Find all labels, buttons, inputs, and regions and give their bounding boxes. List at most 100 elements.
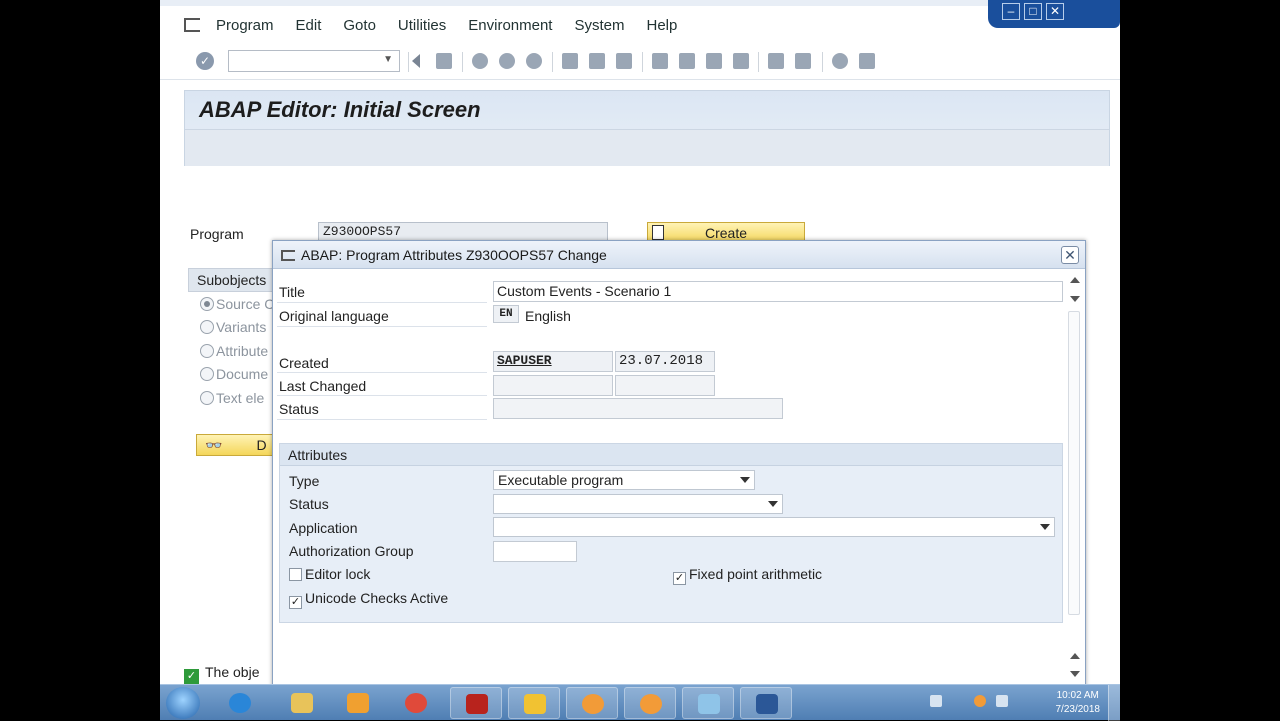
last-changed-label: Last Changed — [279, 378, 367, 394]
back-icon[interactable] — [472, 53, 488, 69]
created-label: Created — [279, 355, 329, 371]
scroll-up-icon[interactable] — [1070, 653, 1080, 659]
scroll-down-icon[interactable] — [1070, 296, 1080, 302]
volume-icon[interactable] — [996, 695, 1008, 707]
menu-utilities[interactable]: Utilities — [398, 17, 446, 34]
enter-check-icon[interactable]: ✓ — [196, 52, 214, 70]
chevron-down-icon[interactable] — [1040, 524, 1050, 530]
find-next-icon[interactable] — [616, 53, 632, 69]
shortcut-icon[interactable] — [795, 53, 811, 69]
dialog-title: ABAP: Program Attributes Z930OOPS57 Chan… — [301, 247, 607, 263]
command-field[interactable]: ▼ — [228, 50, 400, 72]
clock-date: 7/23/2018 — [1055, 704, 1101, 715]
media-player-icon — [347, 693, 369, 713]
taskbar-word[interactable] — [740, 687, 792, 719]
menu-goto[interactable]: Goto — [343, 17, 376, 34]
last-changed-on-field — [615, 375, 715, 396]
find-icon[interactable] — [589, 53, 605, 69]
editor-lock-checkbox[interactable]: Editor lock — [289, 566, 370, 582]
next-page-icon[interactable] — [706, 53, 722, 69]
show-desktop-button[interactable] — [1108, 685, 1120, 721]
menu-edit[interactable]: Edit — [296, 17, 322, 34]
authorization-group-label: Authorization Group — [289, 543, 414, 559]
checkbox-box — [289, 568, 302, 581]
help-icon[interactable] — [832, 53, 848, 69]
taskbar-sap-logon[interactable] — [508, 687, 560, 719]
row-divider — [277, 419, 487, 420]
editor-lock-label: Editor lock — [305, 566, 371, 582]
screen-title-band: ABAP Editor: Initial Screen — [184, 90, 1110, 166]
application-toolbar — [185, 129, 1109, 166]
authorization-group-input[interactable] — [493, 541, 577, 562]
menu-environment[interactable]: Environment — [468, 17, 552, 34]
scroll-up-icon[interactable] — [1070, 277, 1080, 283]
taskbar-sap-gui-2[interactable] — [624, 687, 676, 719]
language-code: EN — [493, 305, 519, 323]
previous-page-icon[interactable] — [679, 53, 695, 69]
taskbar-acrobat[interactable] — [450, 687, 502, 719]
taskbar-chrome[interactable] — [390, 687, 442, 719]
dialog-close-button[interactable]: ✕ — [1061, 246, 1079, 264]
start-button[interactable] — [166, 687, 200, 719]
toolbar-separator — [758, 52, 759, 72]
taskbar-sap-gui-1[interactable] — [566, 687, 618, 719]
chevron-down-icon[interactable] — [768, 501, 778, 507]
unicode-checks-checkbox[interactable]: ✓ Unicode Checks Active — [289, 590, 448, 609]
layout-menu-icon[interactable] — [859, 53, 875, 69]
sap-logon-icon — [524, 694, 546, 714]
chevron-down-icon[interactable] — [740, 477, 750, 483]
fixed-point-checkbox[interactable]: ✓ Fixed point arithmetic — [673, 566, 822, 585]
command-dropdown-icon[interactable]: ▼ — [383, 54, 393, 65]
type-select-value: Executable program — [498, 472, 624, 488]
toolbar-separator — [552, 52, 553, 72]
type-select[interactable]: Executable program — [493, 470, 755, 490]
attr-status-label: Status — [289, 496, 329, 512]
dialog-scrollbar[interactable] — [1068, 277, 1082, 677]
status-select[interactable] — [493, 494, 783, 514]
taskbar-app[interactable] — [682, 687, 734, 719]
toolbar-separator — [462, 52, 463, 72]
dialog-menu-icon[interactable] — [281, 250, 295, 261]
sap-gui-icon — [582, 694, 604, 714]
taskbar-explorer[interactable] — [276, 687, 328, 719]
cancel-icon[interactable] — [526, 53, 542, 69]
first-page-icon[interactable] — [652, 53, 668, 69]
new-session-icon[interactable] — [768, 53, 784, 69]
acrobat-icon — [466, 694, 488, 714]
clock[interactable]: 10:02 AM 7/23/2018 — [1056, 689, 1101, 717]
exit-icon[interactable] — [499, 53, 515, 69]
radio-dot — [200, 320, 214, 334]
menu-program[interactable]: Program — [216, 17, 274, 34]
menu-help[interactable]: Help — [647, 17, 678, 34]
attributes-group: Attributes Type Executable program Statu… — [279, 443, 1063, 623]
success-check-icon: ✓ — [184, 669, 199, 684]
language-name: English — [525, 308, 571, 324]
application-select[interactable] — [493, 517, 1055, 537]
title-label: Title — [279, 284, 305, 300]
standard-toolbar: ✓ ▼ — [160, 44, 1120, 80]
row-divider — [277, 395, 487, 396]
radio-label: Attribute — [216, 343, 269, 359]
page-title: ABAP Editor: Initial Screen — [199, 97, 481, 122]
tray-flag-icon[interactable] — [930, 695, 942, 707]
created-on-field: 23.07.2018 — [615, 351, 715, 372]
save-icon[interactable] — [436, 53, 452, 69]
program-label: Program — [190, 226, 244, 242]
last-page-icon[interactable] — [733, 53, 749, 69]
created-by-field[interactable]: SAPUSER — [493, 351, 613, 372]
taskbar-ie[interactable] — [214, 687, 266, 719]
menu-system[interactable]: System — [574, 17, 624, 34]
taskbar-media[interactable] — [332, 687, 384, 719]
scroll-down-icon[interactable] — [1070, 671, 1080, 677]
row-divider — [277, 302, 487, 303]
folder-icon — [291, 693, 313, 713]
display-button[interactable]: 👓 D — [196, 434, 276, 456]
row-divider — [277, 372, 487, 373]
subobjects-header: Subobjects — [188, 268, 278, 292]
print-icon[interactable] — [562, 53, 578, 69]
scroll-track[interactable] — [1068, 311, 1080, 615]
tray-sap-icon[interactable] — [974, 695, 986, 707]
menu-window-icon[interactable] — [184, 18, 200, 32]
back-arrow-icon[interactable] — [412, 54, 420, 68]
title-input[interactable]: Custom Events - Scenario 1 — [493, 281, 1063, 302]
